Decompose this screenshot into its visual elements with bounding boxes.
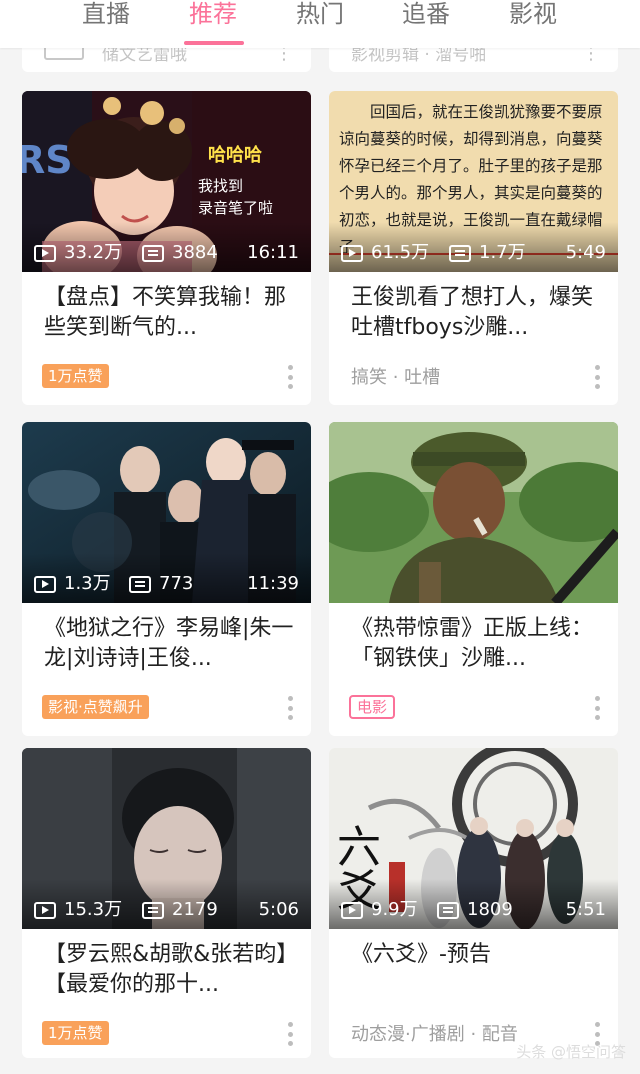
card-subtitle: 储文艺雷哦 [102,48,187,65]
video-card[interactable]: 《热带惊雷》正版上线：「钢铁侠」沙雕... 电影 [329,422,618,736]
thumbnail-caption: 我找到 [198,177,244,195]
danmaku-icon [449,244,471,262]
video-thumbnail[interactable]: 回国后，就在王俊凯犹豫要不要原谅向蔓葵的时候，却得到消息，向蔓葵怀孕已经三个月了… [329,91,618,272]
svg-text:RS: RS [22,138,73,182]
likes-badge: 1万点赞 [42,1021,109,1045]
video-card-partial[interactable]: 储文艺雷哦 ⋮ [22,48,311,72]
play-count-icon [341,901,363,919]
video-duration: 5:49 [565,242,606,263]
view-count: 61.5万 [371,242,430,263]
danmaku-count: 3884 [172,242,218,263]
video-category: 搞笑 · 吐槽 [351,367,441,388]
tab-live[interactable]: 直播 [82,0,130,34]
video-thumbnail[interactable]: 1.3万 773 11:39 [22,422,311,603]
more-options-icon[interactable] [287,365,293,389]
video-duration: 5:51 [565,899,606,920]
video-title[interactable]: 《地狱之行》李易峰|朱一龙|刘诗诗|王俊... [44,614,295,674]
video-stats: 61.5万 1.7万 5:49 [341,240,606,266]
view-count: 33.2万 [64,242,123,263]
video-title[interactable]: 【盘点】不笑算我输！那些笑到断气的... [44,283,295,343]
trending-badge: 影视·点赞飙升 [42,695,149,719]
view-count: 1.3万 [64,573,111,594]
video-card[interactable]: 回国后，就在王俊凯犹豫要不要原谅向蔓葵的时候，却得到消息，向蔓葵怀孕已经三个月了… [329,91,618,405]
more-options-icon[interactable] [594,696,600,720]
more-options-icon[interactable]: ⋮ [275,48,293,63]
video-thumbnail[interactable]: 15.3万 2179 5:06 [22,748,311,929]
danmaku-count: 773 [159,573,194,594]
video-card[interactable]: RS 哈哈哈 我找到 录音笔了啦 33.2万 3884 16:11 【盘点】不笑… [22,91,311,405]
play-count-icon [34,244,56,262]
video-card[interactable]: 1.3万 773 11:39 《地狱之行》李易峰|朱一龙|刘诗诗|王俊... 影… [22,422,311,736]
danmaku-count: 2179 [172,899,218,920]
top-tab-bar: 直播 推荐 热门 追番 影视 [0,0,640,48]
video-thumbnail[interactable] [329,422,618,603]
watermark: 头条 @悟空问答 [516,1043,626,1061]
danmaku-icon [437,901,459,919]
danmaku-icon [142,901,164,919]
tab-popular[interactable]: 热门 [296,0,344,34]
video-duration: 5:06 [258,899,299,920]
likes-badge: 1万点赞 [42,364,109,388]
video-stats: 9.9万 1809 5:51 [341,897,606,923]
tab-recommend[interactable]: 推荐 [189,0,237,34]
tab-film[interactable]: 影视 [509,0,557,34]
more-options-icon[interactable] [287,1022,293,1046]
thumbnail-caption: 录音笔了啦 [198,199,274,217]
video-card[interactable]: 15.3万 2179 5:06 【罗云熙&胡歌&张若昀】【最爱你的那十... 1… [22,748,311,1058]
video-duration: 16:11 [247,242,299,263]
card-subtitle: 影视剪辑 · 溜号啪 [351,48,487,65]
video-stats: 1.3万 773 11:39 [34,571,299,597]
view-count: 15.3万 [64,899,123,920]
tab-anime[interactable]: 追番 [402,0,450,34]
video-title[interactable]: 《六爻》-预告 [351,940,602,1000]
danmaku-icon [129,575,151,593]
video-thumbnail[interactable]: RS 哈哈哈 我找到 录音笔了啦 33.2万 3884 16:11 [22,91,311,272]
video-card-partial[interactable]: 影视剪辑 · 溜号啪 ⋮ [329,48,618,72]
danmaku-count: 1809 [467,899,513,920]
video-title[interactable]: 王俊凯看了想打人，爆笑吐槽tfboys沙雕... [351,283,602,343]
danmaku-count: 1.7万 [479,242,526,263]
more-options-icon[interactable] [287,696,293,720]
danmaku-icon [142,244,164,262]
play-count-icon [34,901,56,919]
more-options-icon[interactable]: ⋮ [582,48,600,63]
tag-badge [44,48,84,60]
video-title[interactable]: 《热带惊雷》正版上线：「钢铁侠」沙雕... [351,614,602,674]
active-tab-indicator [184,41,244,45]
play-count-icon [34,575,56,593]
video-stats: 33.2万 3884 16:11 [34,240,299,266]
video-category: 动态漫·广播剧 · 配音 [351,1024,518,1045]
play-count-icon [341,244,363,262]
video-thumbnail[interactable]: 六爻 9.9万 1809 5:51 [329,748,618,929]
more-options-icon[interactable] [594,365,600,389]
video-title[interactable]: 【罗云熙&胡歌&张若昀】【最爱你的那十... [44,940,295,1000]
video-stats: 15.3万 2179 5:06 [34,897,299,923]
view-count: 9.9万 [371,899,418,920]
video-card[interactable]: 六爻 9.9万 1809 5:51 《六爻》-预告 动态漫·广播剧 · 配音 [329,748,618,1058]
video-duration: 11:39 [247,573,299,594]
thumbnail-caption: 哈哈哈 [208,145,262,166]
movie-badge: 电影 [349,695,396,719]
